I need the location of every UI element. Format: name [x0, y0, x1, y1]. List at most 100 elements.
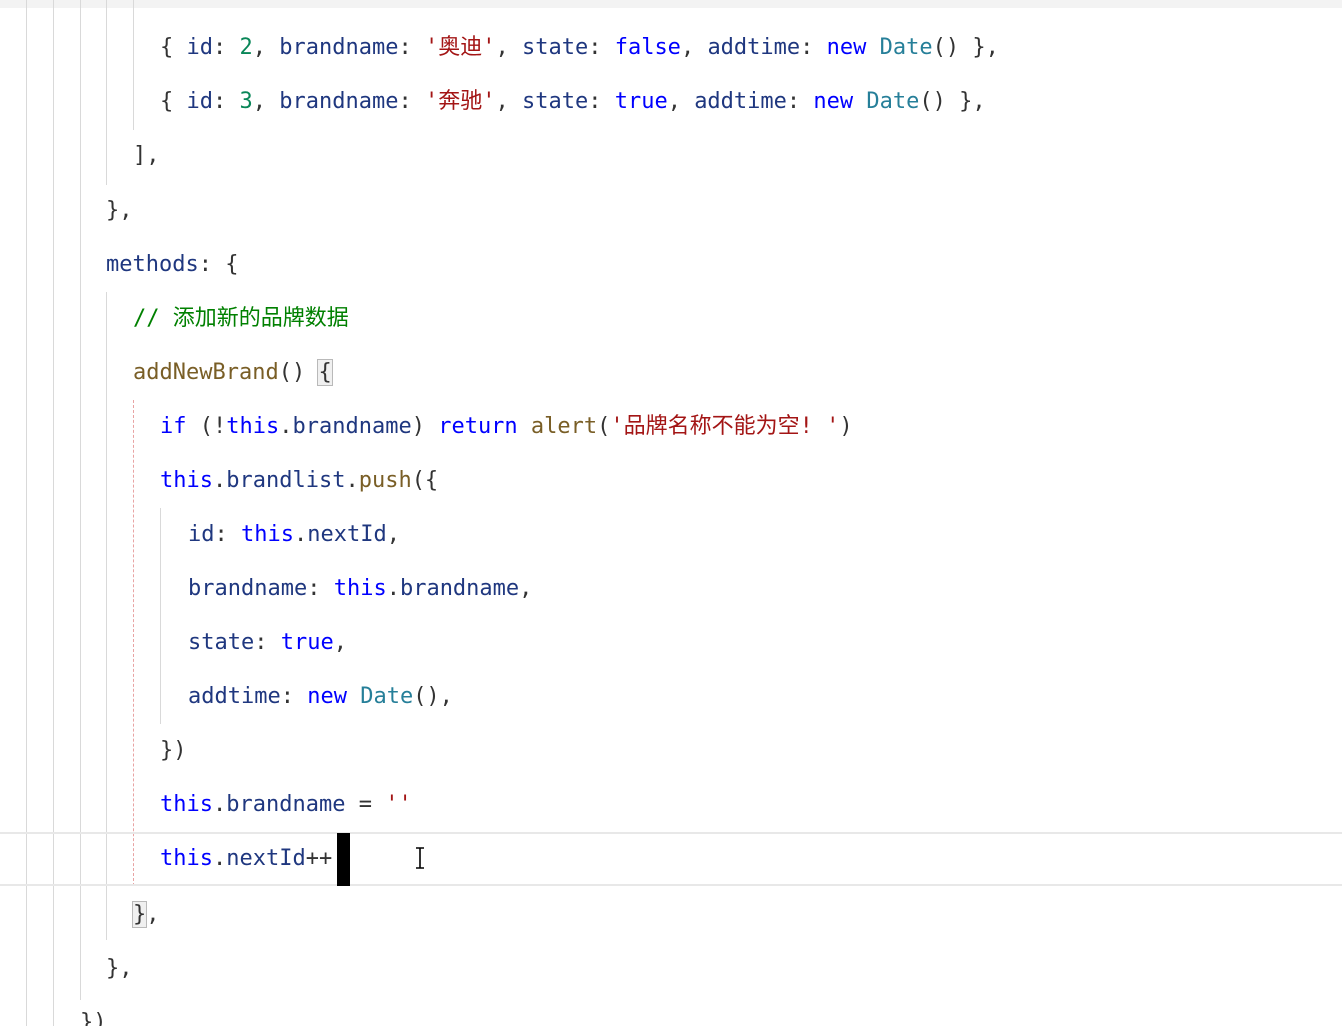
code-token: brandname	[399, 576, 520, 601]
code-token: =	[345, 792, 386, 817]
code-token: .	[212, 468, 227, 493]
code-token: :	[588, 89, 615, 114]
code-token: ,	[333, 630, 347, 655]
code-token: addNewBrand	[133, 360, 279, 385]
code-line: state: true,	[188, 616, 347, 670]
code-token: state	[188, 630, 255, 655]
ibeam-cursor-icon	[414, 847, 426, 869]
code-token: new	[826, 35, 880, 60]
code-token: ,	[252, 89, 280, 114]
indent-guide	[106, 0, 107, 185]
code-token: ()	[278, 360, 319, 385]
code-token: })	[80, 1010, 107, 1026]
code-token: brandname	[188, 576, 308, 601]
code-line: { id: 2, brandname: '奥迪', state: false, …	[160, 21, 999, 75]
code-token: (),	[413, 684, 453, 709]
code-token: if	[160, 414, 200, 439]
code-token: brandname	[292, 414, 412, 439]
code-token: .	[345, 468, 359, 493]
code-line: id: this.nextId,	[188, 508, 400, 562]
code-token: this	[160, 468, 213, 493]
code-token: this	[226, 414, 280, 439]
code-token: '品牌名称不能为空! '	[610, 414, 840, 439]
code-line: this.nextId++	[160, 832, 332, 886]
code-token: },	[106, 956, 133, 981]
code-token: this	[160, 846, 213, 871]
code-token: ,	[146, 902, 160, 927]
code-token: brandname	[279, 89, 399, 114]
code-token: '奥迪'	[424, 35, 496, 60]
code-token: nextId	[226, 846, 306, 871]
text-cursor	[337, 833, 350, 886]
code-token: .	[212, 792, 227, 817]
code-line: // 添加新的品牌数据	[133, 292, 349, 346]
code-token: })	[160, 738, 187, 763]
code-token: :	[398, 35, 425, 60]
code-token: ,	[680, 35, 708, 60]
code-token: ,	[667, 89, 695, 114]
code-token: (	[597, 414, 611, 439]
code-token: new	[813, 89, 867, 114]
code-token: ++	[305, 846, 333, 871]
code-editor[interactable]: { id: 2, brandname: '奥迪', state: false, …	[0, 0, 1342, 1026]
code-token: addtime	[707, 35, 801, 60]
code-line: },	[106, 184, 133, 238]
code-token: id	[186, 35, 214, 60]
code-token: .	[279, 414, 293, 439]
code-token: :	[307, 576, 334, 601]
code-token: ,	[495, 89, 522, 114]
code-token: true	[280, 630, 334, 655]
code-token: state	[521, 35, 589, 60]
code-token: .	[386, 576, 400, 601]
code-line: })	[160, 724, 187, 778]
code-token: : {	[198, 252, 239, 277]
code-token: Date	[879, 35, 933, 60]
indent-guide-active	[133, 400, 134, 886]
code-token: Date	[360, 684, 414, 709]
code-token: )	[839, 414, 853, 439]
code-token: 3	[239, 89, 253, 114]
code-token: state	[521, 89, 589, 114]
code-token: this	[333, 576, 387, 601]
code-line: addtime: new Date(),	[188, 670, 453, 724]
code-token: () },	[932, 35, 999, 60]
code-line: },	[131, 888, 160, 942]
code-line: this.brandname = ''	[160, 778, 412, 832]
code-token: :	[800, 35, 827, 60]
code-token: return	[438, 414, 531, 439]
code-line: methods: {	[106, 238, 238, 292]
code-token: ,	[519, 576, 533, 601]
code-line: })	[80, 996, 107, 1026]
code-token: id	[186, 89, 214, 114]
code-token: ({	[411, 468, 439, 493]
code-line: addNewBrand() {	[133, 346, 333, 400]
code-token: :	[213, 89, 240, 114]
code-token: ,	[386, 522, 400, 547]
code-token: :	[786, 89, 814, 114]
editor-top-edge	[0, 0, 1342, 8]
code-token: {	[160, 89, 187, 114]
code-line: brandname: this.brandname,	[188, 562, 532, 616]
code-token: brandlist	[226, 468, 346, 493]
code-line: if (!this.brandname) return alert('品牌名称不…	[160, 400, 853, 454]
code-token: ],	[133, 143, 160, 168]
code-token: // 添加新的品牌数据	[133, 306, 349, 331]
code-token: ,	[495, 35, 522, 60]
code-token: :	[254, 630, 281, 655]
code-token: :	[280, 684, 308, 709]
code-line: { id: 3, brandname: '奔驰', state: true, a…	[160, 75, 986, 129]
code-token: false	[614, 35, 681, 60]
code-line: },	[106, 942, 133, 996]
code-token: },	[106, 198, 133, 223]
indent-guide	[133, 0, 134, 130]
code-token: (!	[199, 414, 227, 439]
code-token: .	[293, 522, 308, 547]
code-token: addtime	[694, 89, 787, 114]
code-token: nextId	[307, 522, 387, 547]
code-token: :	[214, 522, 241, 547]
matching-bracket: }	[131, 901, 148, 928]
code-token: :	[213, 35, 240, 60]
code-token: true	[614, 89, 668, 114]
indent-guide	[160, 508, 161, 724]
code-token: {	[160, 35, 187, 60]
